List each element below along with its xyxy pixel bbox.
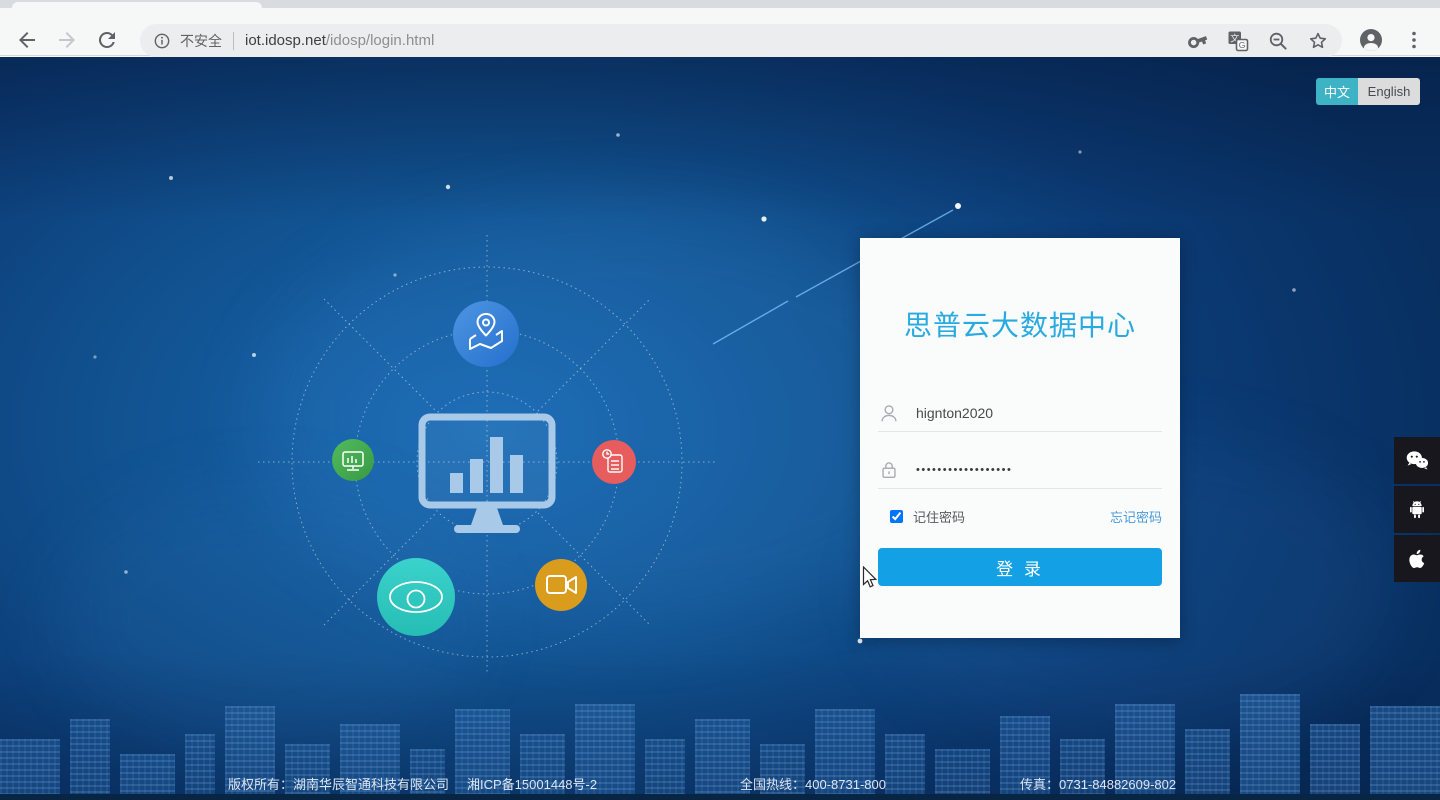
apple-button[interactable] — [1394, 535, 1440, 582]
eye-icon — [377, 558, 455, 636]
social-rail — [1394, 437, 1440, 582]
zoom-out-icon[interactable] — [1266, 29, 1290, 53]
login-card: 思普云大数据中心 记住密码 忘记密码 登 录 — [860, 238, 1180, 638]
tab-strip — [0, 0, 1440, 8]
username-field-row — [878, 394, 1162, 432]
apple-icon — [1409, 549, 1425, 568]
login-button[interactable]: 登 录 — [878, 548, 1162, 586]
svg-text:G: G — [1239, 40, 1246, 50]
map-pin-icon — [453, 301, 519, 367]
back-button[interactable] — [15, 28, 39, 52]
password-field-row — [878, 451, 1162, 489]
info-icon[interactable] — [152, 31, 172, 51]
user-icon — [881, 404, 897, 421]
browser-toolbar: 不安全 iot.idosp.net/idosp/login.html 文G — [0, 8, 1440, 57]
android-button[interactable] — [1394, 486, 1440, 533]
remember-password-label: 记住密码 — [913, 509, 966, 525]
report-icon — [592, 440, 636, 484]
login-options-row: 记住密码 忘记密码 — [878, 503, 1162, 529]
page-url: iot.idosp.net/idosp/login.html — [245, 32, 435, 49]
mouse-cursor — [862, 566, 878, 588]
footer-hotline: 全国热线：400-8731-800 — [740, 777, 886, 792]
url-separator — [233, 31, 234, 50]
username-input[interactable] — [916, 404, 1162, 421]
reload-button[interactable] — [95, 28, 119, 52]
lang-chinese-button[interactable]: 中文 — [1316, 78, 1358, 105]
video-camera-icon — [535, 559, 587, 611]
city-skyline — [0, 694, 1440, 794]
forward-button[interactable] — [55, 28, 79, 52]
footer-fax: 传真：0731-84882609-802 — [1020, 777, 1177, 792]
address-bar[interactable]: 不安全 iot.idosp.net/idosp/login.html 文G — [140, 24, 1342, 57]
bottom-strip — [0, 794, 1440, 800]
login-page: 中文 English 思普云大数据中心 hignton2020 ••••••••… — [0, 57, 1440, 800]
footer-copyright: 版权所有：湖南华辰智通科技有限公司 湘ICP备15001448号-2 — [228, 777, 598, 792]
wechat-button[interactable] — [1394, 437, 1440, 484]
bookmark-star-icon[interactable] — [1306, 29, 1330, 53]
iot-radial-diagram — [258, 235, 716, 673]
monitor-chart-icon — [332, 439, 374, 481]
password-key-icon[interactable] — [1186, 29, 1210, 53]
security-label: 不安全 — [180, 32, 222, 49]
remember-password-checkbox[interactable] — [890, 509, 903, 523]
forgot-password-link[interactable]: 忘记密码 — [1110, 507, 1162, 526]
lang-english-button[interactable]: English — [1358, 78, 1420, 105]
browser-menu-icon[interactable] — [1402, 28, 1426, 52]
wechat-icon — [1406, 450, 1429, 469]
login-title: 思普云大数据中心 — [903, 310, 1136, 341]
android-icon — [1410, 500, 1424, 518]
profile-avatar-icon[interactable] — [1359, 28, 1383, 52]
password-input[interactable] — [916, 463, 1162, 476]
translate-icon[interactable]: 文G — [1226, 29, 1250, 53]
lock-icon — [882, 461, 896, 478]
browser-chrome: 不安全 iot.idosp.net/idosp/login.html 文G — [0, 0, 1440, 57]
language-toggle: 中文 English — [1316, 78, 1420, 105]
